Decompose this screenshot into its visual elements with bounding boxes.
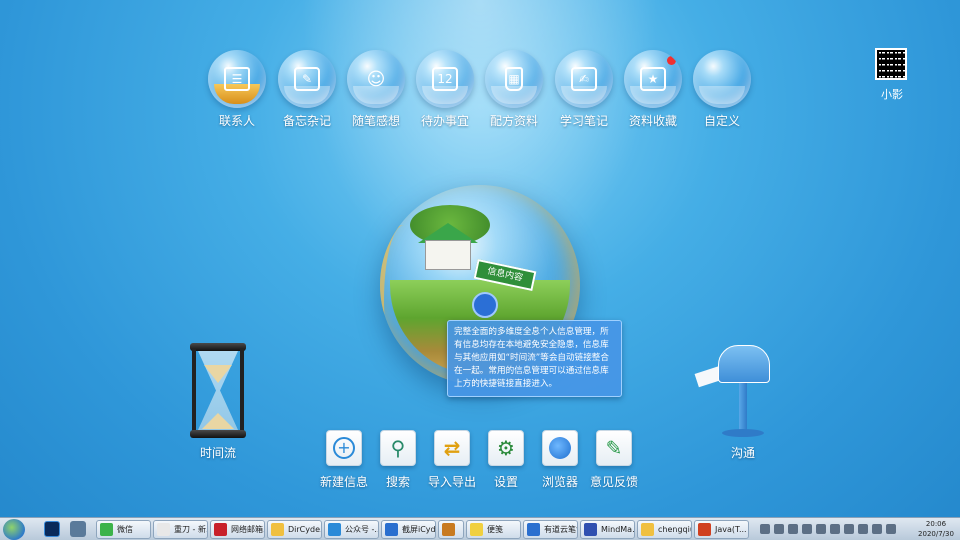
profile-name: 小影 bbox=[881, 88, 903, 101]
nav-memo-label: 备忘杂记 bbox=[282, 114, 331, 128]
task-11[interactable]: chengqiu5... bbox=[637, 520, 692, 539]
import-export-label: 导入导出 bbox=[427, 475, 476, 489]
timeline-label[interactable]: 时间流 bbox=[185, 444, 251, 461]
memo-icon: ✎ bbox=[278, 50, 336, 108]
pointer-cursor-icon bbox=[472, 292, 498, 318]
start-button-icon[interactable] bbox=[3, 519, 25, 540]
notification-badge bbox=[667, 56, 676, 65]
bottle-icon: ▦ bbox=[485, 50, 543, 108]
custom-icon bbox=[693, 50, 751, 108]
plus-circle-icon: + bbox=[333, 437, 355, 459]
feedback-label: 意见反馈 bbox=[589, 475, 638, 489]
qr-code-icon[interactable] bbox=[875, 48, 907, 80]
nav-contacts[interactable]: ☰ 联系人 bbox=[205, 50, 269, 129]
nav-favorites[interactable]: ★ 资料收藏 bbox=[621, 50, 685, 129]
edit-icon: ✎ bbox=[605, 436, 623, 460]
pinned-app-icon[interactable] bbox=[70, 521, 86, 537]
gear-icon: ⚙ bbox=[497, 436, 515, 460]
system-tray bbox=[760, 521, 910, 538]
thoughts-icon: ☺ bbox=[347, 50, 405, 108]
tray-icon[interactable] bbox=[760, 524, 770, 534]
settings-label: 设置 bbox=[493, 475, 518, 489]
house-icon bbox=[425, 240, 471, 270]
nav-recipes-label: 配方资料 bbox=[489, 114, 538, 128]
task-12[interactable]: Java(T... bbox=[694, 520, 749, 539]
new-info-label: 新建信息 bbox=[319, 475, 368, 489]
feedback-button[interactable]: ✎ 意见反馈 bbox=[584, 430, 644, 490]
contacts-icon: ☰ bbox=[208, 50, 266, 108]
tray-icon[interactable] bbox=[886, 524, 896, 534]
clock[interactable]: 20:06 2020/7/30 bbox=[915, 519, 957, 539]
nav-todo-label: 待办事宜 bbox=[420, 114, 469, 128]
import-export-button[interactable]: ⇄ 导入导出 bbox=[422, 430, 482, 490]
nav-custom[interactable]: 自定义 bbox=[690, 50, 754, 129]
task-4[interactable]: DirCyde... bbox=[267, 520, 322, 539]
task-10[interactable]: MindMa... bbox=[580, 520, 635, 539]
search-button[interactable]: ⚲ 搜索 bbox=[368, 430, 428, 490]
browser-button[interactable]: 浏览器 bbox=[530, 430, 590, 490]
tray-icon[interactable] bbox=[858, 524, 868, 534]
search-icon: ⚲ bbox=[390, 436, 406, 460]
nav-study-notes-label: 学习笔记 bbox=[559, 114, 608, 128]
nav-contacts-label: 联系人 bbox=[218, 114, 255, 128]
globe-tooltip: 完整全面的多维度全息个人信息管理，所有信息均存在本地避免安全隐患，信息库与其他应… bbox=[447, 320, 622, 397]
nav-custom-label: 自定义 bbox=[703, 114, 740, 128]
clock-time: 20:06 bbox=[925, 520, 947, 528]
communicate-label[interactable]: 沟通 bbox=[710, 444, 776, 461]
nav-thoughts-label: 随笔感想 bbox=[351, 114, 400, 128]
nav-memo[interactable]: ✎ 备忘杂记 bbox=[275, 50, 339, 129]
task-2[interactable]: 重刀 - 新... bbox=[153, 520, 208, 539]
task-6[interactable]: 截屏iCyd... bbox=[381, 520, 436, 539]
taskbar: 微信 重刀 - 新... 网络邮箱... DirCyde... 公众号 -...… bbox=[0, 517, 960, 540]
import-export-icon: ⇄ bbox=[443, 436, 461, 460]
hourglass-icon[interactable] bbox=[190, 343, 246, 438]
task-7[interactable] bbox=[438, 520, 464, 539]
mailbox-icon[interactable] bbox=[694, 345, 774, 440]
tray-icon[interactable] bbox=[802, 524, 812, 534]
clock-date: 2020/7/30 bbox=[918, 530, 954, 538]
nav-favorites-label: 资料收藏 bbox=[628, 114, 677, 128]
nav-recipes[interactable]: ▦ 配方资料 bbox=[482, 50, 546, 129]
tray-icon[interactable] bbox=[788, 524, 798, 534]
tray-icon[interactable] bbox=[774, 524, 784, 534]
task-8[interactable]: 便笺 bbox=[466, 520, 521, 539]
notes-icon: ✍ bbox=[555, 50, 613, 108]
tray-icon[interactable] bbox=[816, 524, 826, 534]
new-info-button[interactable]: + 新建信息 bbox=[314, 430, 374, 490]
nav-thoughts[interactable]: ☺ 随笔感想 bbox=[344, 50, 408, 129]
task-5[interactable]: 公众号 -... bbox=[324, 520, 379, 539]
browser-label: 浏览器 bbox=[541, 475, 578, 489]
top-category-bar: ☰ 联系人 ✎ 备忘杂记 ☺ 随笔感想 12 待办事宜 ▦ 配方资料 ✍ 学习笔… bbox=[205, 50, 765, 140]
photoshop-icon[interactable] bbox=[44, 521, 60, 537]
task-9[interactable]: 有道云笔记 bbox=[523, 520, 578, 539]
nav-todo[interactable]: 12 待办事宜 bbox=[413, 50, 477, 129]
favorites-icon: ★ bbox=[624, 50, 682, 108]
settings-button[interactable]: ⚙ 设置 bbox=[476, 430, 536, 490]
calendar-icon: 12 bbox=[416, 50, 474, 108]
task-wechat[interactable]: 微信 bbox=[96, 520, 151, 539]
search-label: 搜索 bbox=[385, 475, 410, 489]
nav-study-notes[interactable]: ✍ 学习笔记 bbox=[552, 50, 616, 129]
tray-icon[interactable] bbox=[872, 524, 882, 534]
tray-icon[interactable] bbox=[844, 524, 854, 534]
task-3[interactable]: 网络邮箱... bbox=[210, 520, 265, 539]
globe-icon bbox=[549, 437, 571, 459]
tray-icon[interactable] bbox=[830, 524, 840, 534]
